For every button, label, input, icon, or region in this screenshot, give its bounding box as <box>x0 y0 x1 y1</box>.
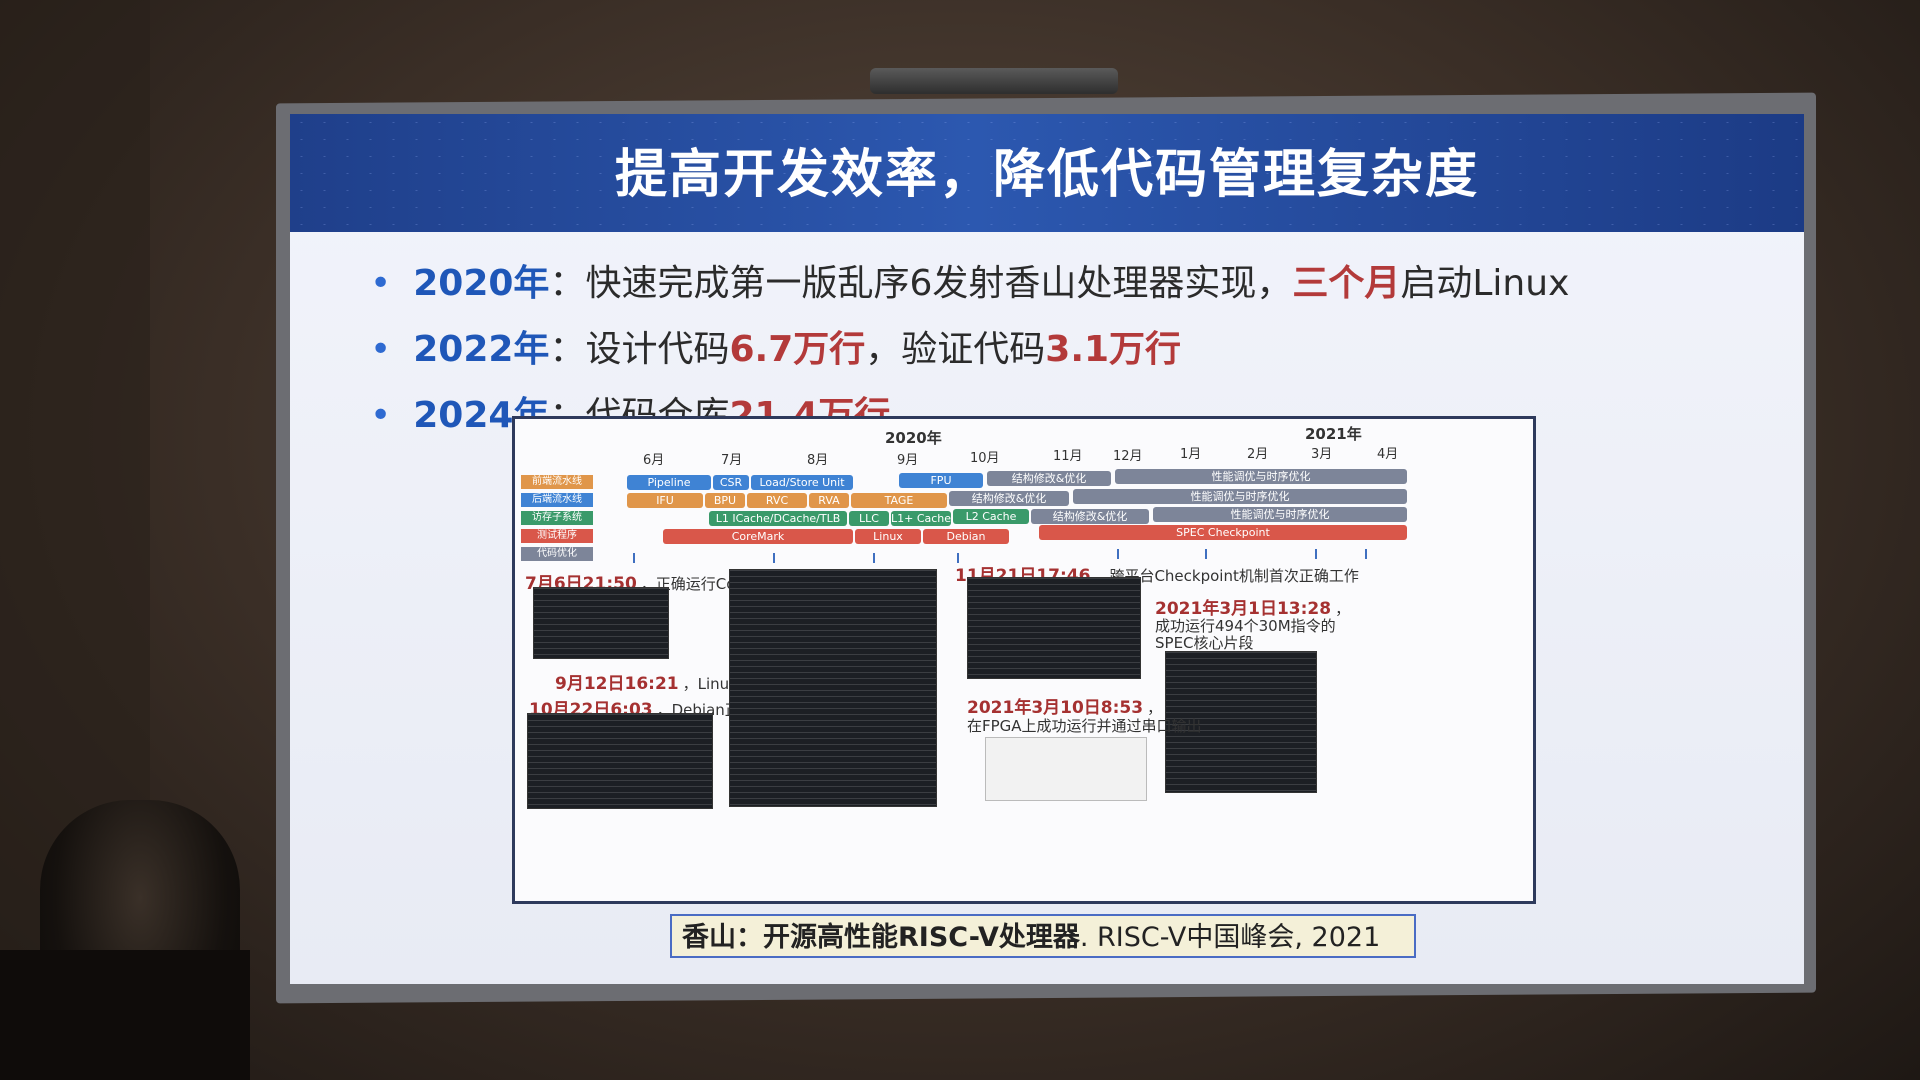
timeline-tick <box>1365 549 1367 559</box>
bar-spec-checkpoint: SPEC Checkpoint <box>1039 525 1407 540</box>
bar-l2-cache: L2 Cache <box>953 509 1029 524</box>
bar-rvc: RVC <box>747 493 807 508</box>
projector-bar <box>870 68 1118 94</box>
bar-csr: CSR <box>713 475 749 490</box>
annotation-fpga: 2021年3月10日8:53，在FPGA上成功运行并通过串口输出 <box>967 698 1202 735</box>
bullet-2022: • 2022年：设计代码6.7万行，验证代码3.1万行 <box>370 329 1182 370</box>
month-label: 3月 <box>1311 447 1333 462</box>
timeline-tick <box>633 553 635 563</box>
legend-test: 测试程序 <box>521 529 593 543</box>
bar-tage: TAGE <box>851 493 947 508</box>
slide-title: 提高开发效率，降低代码管理复杂度 <box>614 145 1479 205</box>
timeline-tick <box>1117 549 1119 559</box>
month-label: 10月 <box>970 451 1000 466</box>
month-label: 6月 <box>643 453 665 468</box>
bar-fpu: FPU <box>899 473 983 488</box>
bar-debian: Debian <box>923 529 1009 544</box>
bullet-dot-icon: • <box>370 395 392 436</box>
bar-rva: RVA <box>809 493 849 508</box>
timeline-year-2020: 2020年 <box>885 429 942 447</box>
legend-optimize: 代码优化 <box>521 547 593 561</box>
bar-lsu: Load/Store Unit <box>751 475 853 490</box>
bar-perf-opt-2: 性能调优与时序优化 <box>1073 489 1407 504</box>
legend-backend: 后端流水线 <box>521 493 593 507</box>
timeline-year-2021: 2021年 <box>1305 425 1362 443</box>
bar-coremark: CoreMark <box>663 529 853 544</box>
bar-linux: Linux <box>855 529 921 544</box>
timeline-tick <box>1315 549 1317 559</box>
bar-l1plus-cache: L1+ Cache <box>891 511 951 526</box>
citation-box: 香山：开源高性能RISC-V处理器. RISC-V中国峰会, 2021 <box>670 914 1416 958</box>
bar-struct-opt-3: 结构修改&优化 <box>1031 509 1149 524</box>
presentation-slide: 提高开发效率，降低代码管理复杂度 • 2020年：快速完成第一版乱序6发射香山处理… <box>290 114 1804 984</box>
bullet-dot-icon: • <box>370 329 392 370</box>
terminal-screenshot-debian <box>527 713 713 809</box>
timeline-tick <box>1205 549 1207 559</box>
bar-perf-opt: 性能调优与时序优化 <box>1115 469 1407 484</box>
month-label: 9月 <box>897 453 919 468</box>
serial-output-window <box>985 737 1147 801</box>
bar-struct-opt: 结构修改&优化 <box>987 471 1111 486</box>
month-label: 7月 <box>721 453 743 468</box>
bar-ifu: IFU <box>627 493 703 508</box>
bar-perf-opt-3: 性能调优与时序优化 <box>1153 507 1407 522</box>
bar-l1-cache: L1 ICache/DCache/TLB <box>709 511 847 526</box>
annotation-spec: 2021年3月1日13:28，成功运行494个30M指令的 SPEC核心片段 <box>1155 599 1351 652</box>
timeline-tick <box>773 553 775 563</box>
month-label: 8月 <box>807 453 829 468</box>
timeline-tick <box>873 553 875 563</box>
podium <box>0 950 250 1080</box>
month-label: 1月 <box>1180 447 1202 462</box>
timeline-figure: 2020年 2021年 6月 7月 8月 9月 10月 11月 12月 1月 2… <box>512 416 1536 904</box>
terminal-screenshot-coremark <box>533 587 669 659</box>
month-label: 11月 <box>1053 449 1083 464</box>
terminal-screenshot-checkpoint <box>967 577 1141 679</box>
month-label: 12月 <box>1113 449 1143 464</box>
bar-struct-opt-2: 结构修改&优化 <box>949 491 1069 506</box>
month-label: 4月 <box>1377 447 1399 462</box>
legend-frontend: 前端流水线 <box>521 475 593 489</box>
bullet-dot-icon: • <box>370 263 392 304</box>
month-label: 2月 <box>1247 447 1269 462</box>
legend-memory: 访存子系统 <box>521 511 593 525</box>
slide-header: 提高开发效率，降低代码管理复杂度 <box>290 114 1804 232</box>
bullet-2020: • 2020年：快速完成第一版乱序6发射香山处理器实现，三个月启动Linux <box>370 263 1570 304</box>
bar-pipeline: Pipeline <box>627 475 711 490</box>
terminal-screenshot-linux <box>729 569 937 807</box>
bar-bpu: BPU <box>705 493 745 508</box>
bar-llc: LLC <box>849 511 889 526</box>
